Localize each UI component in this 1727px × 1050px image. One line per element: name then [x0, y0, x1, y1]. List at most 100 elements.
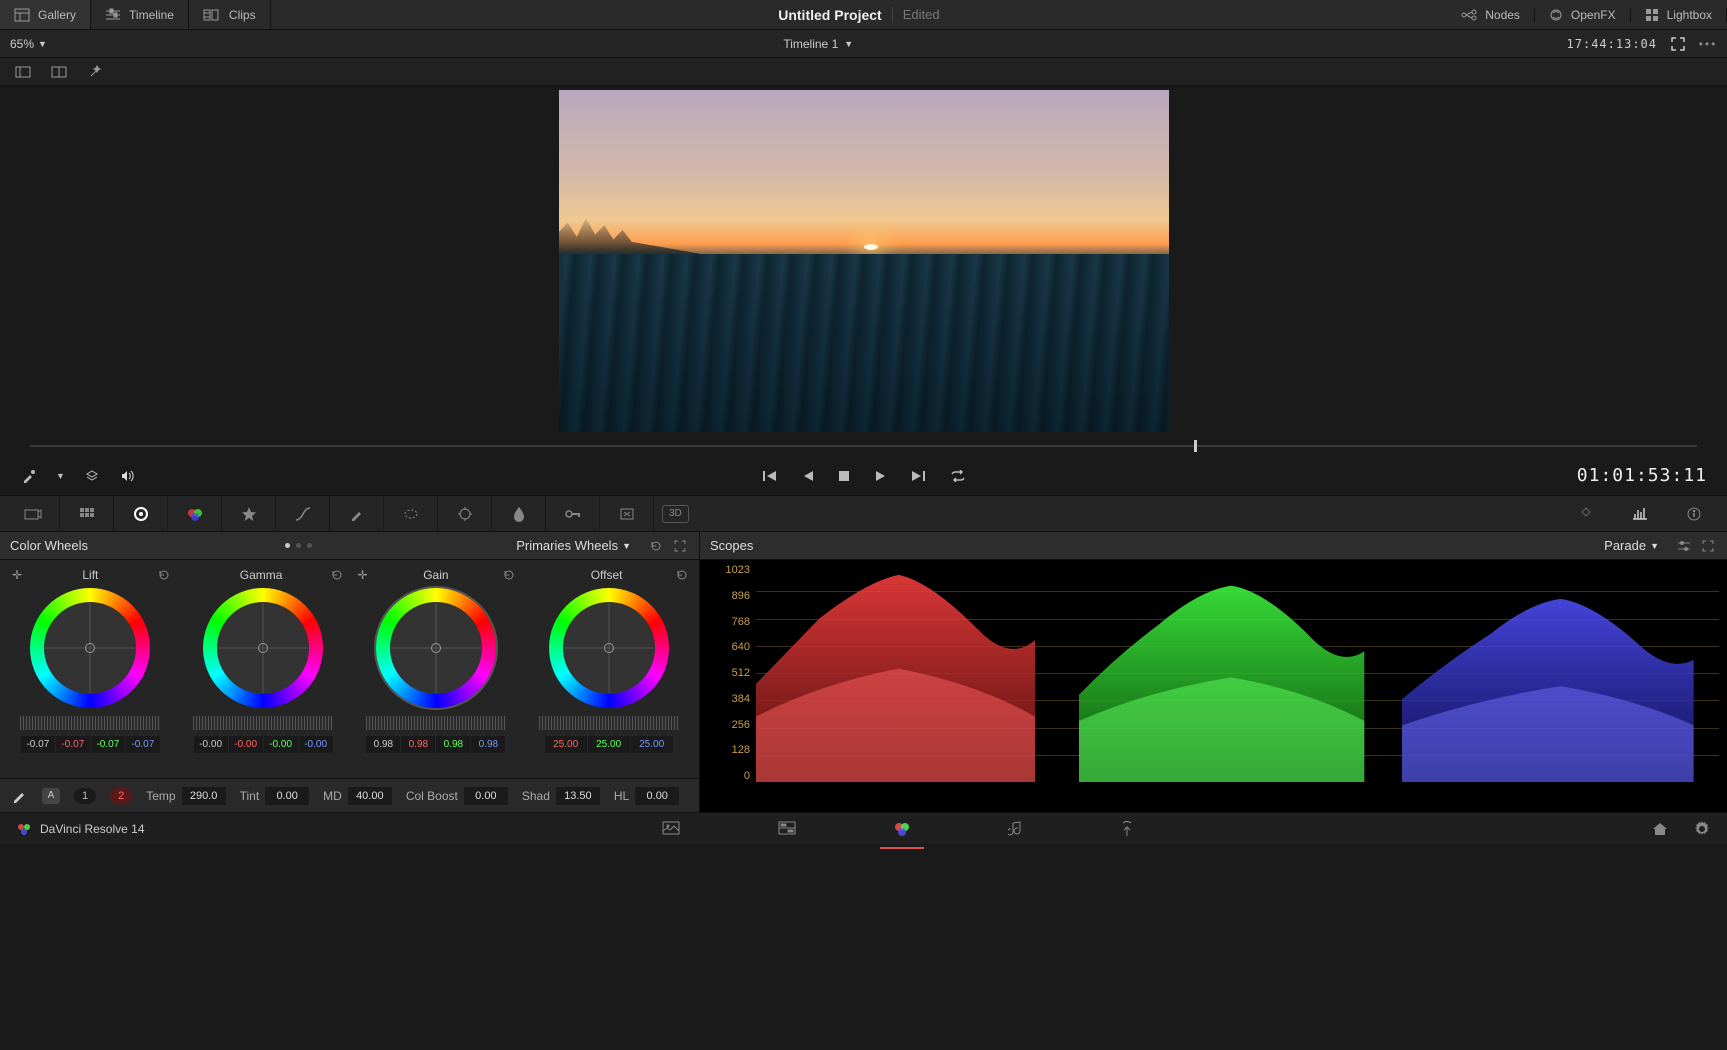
colboost-label: Col Boost	[406, 789, 458, 803]
first-frame-button[interactable]	[762, 469, 778, 483]
gain-y[interactable]: 0.98	[366, 736, 400, 753]
scrub-handle[interactable]	[1194, 440, 1197, 452]
tint-value[interactable]: 0.00	[265, 787, 309, 805]
offset-r[interactable]: 25.00	[545, 736, 587, 753]
gamma-y[interactable]: -0.00	[194, 736, 228, 753]
viewer[interactable]	[0, 86, 1727, 436]
chevron-down-icon[interactable]: ▼	[844, 39, 853, 49]
wand-icon[interactable]	[86, 63, 104, 81]
tracker-tool[interactable]	[438, 496, 492, 531]
expand-panel-icon[interactable]	[671, 537, 689, 555]
more-icon[interactable]: •••	[1699, 35, 1717, 53]
clips-toggle[interactable]: Clips	[189, 0, 271, 29]
timeline-name[interactable]: Timeline 1	[783, 37, 838, 51]
nodes-icon	[1461, 9, 1477, 21]
mode-2[interactable]: 2	[110, 788, 132, 804]
gamma-jog[interactable]	[193, 716, 333, 730]
picker-icon[interactable]	[20, 467, 38, 485]
fairlight-tab[interactable]	[1004, 815, 1026, 843]
curves-tool[interactable]	[276, 496, 330, 531]
parade-dropdown[interactable]: Parade ▼	[1596, 538, 1667, 553]
play-button[interactable]	[874, 469, 886, 483]
md-value[interactable]: 40.00	[348, 787, 392, 805]
info-tool[interactable]	[1667, 506, 1721, 522]
lift-b[interactable]: -0.07	[126, 736, 160, 753]
lift-r[interactable]: -0.07	[56, 736, 90, 753]
target-icon[interactable]: ✛	[354, 566, 372, 584]
3d-tool[interactable]: 3D	[662, 505, 689, 523]
gain-b[interactable]: 0.98	[471, 736, 505, 753]
window-tool[interactable]	[384, 496, 438, 531]
gain-wheel[interactable]	[376, 588, 496, 708]
key-tool[interactable]	[546, 496, 600, 531]
chevron-down-icon[interactable]: ▼	[56, 471, 65, 481]
mode-1[interactable]: 1	[74, 788, 96, 804]
qualifier-tool[interactable]	[330, 496, 384, 531]
keyframes-tool[interactable]	[1559, 506, 1613, 518]
scope-settings-icon[interactable]	[1675, 537, 1693, 555]
lightbox-toggle[interactable]: Lightbox	[1631, 8, 1727, 22]
stop-button[interactable]	[838, 470, 850, 482]
timeline-icon	[105, 8, 121, 22]
settings-icon[interactable]	[1693, 820, 1711, 838]
lift-wheel[interactable]	[30, 588, 150, 708]
nodes-toggle[interactable]: Nodes	[1447, 8, 1535, 22]
auto-icon[interactable]	[10, 787, 28, 805]
gamma-g[interactable]: -0.00	[264, 736, 298, 753]
a-badge[interactable]: A	[42, 788, 60, 804]
offset-jog[interactable]	[539, 716, 679, 730]
prev-frame-button[interactable]	[802, 469, 814, 483]
home-icon[interactable]	[1651, 820, 1669, 838]
gain-g[interactable]: 0.98	[436, 736, 470, 753]
zoom-dropdown[interactable]: 65% ▼	[10, 37, 70, 51]
next-frame-button[interactable]	[910, 469, 926, 483]
openfx-toggle[interactable]: OpenFX	[1535, 8, 1631, 22]
offset-g[interactable]: 25.00	[588, 736, 630, 753]
dual-view-icon[interactable]	[50, 63, 68, 81]
gamma-b[interactable]: -0.00	[299, 736, 333, 753]
target-icon[interactable]: ✛	[8, 566, 26, 584]
layers-icon[interactable]	[83, 467, 101, 485]
reset-icon[interactable]	[647, 537, 665, 555]
offset-wheel[interactable]	[549, 588, 669, 708]
shad-value[interactable]: 13.50	[556, 787, 600, 805]
gallery-toggle[interactable]: Gallery	[0, 0, 91, 29]
colboost-value[interactable]: 0.00	[464, 787, 508, 805]
timeline-toggle[interactable]: Timeline	[91, 0, 189, 29]
lift-jog[interactable]	[20, 716, 160, 730]
primaries-dropdown[interactable]: Primaries Wheels ▼	[508, 538, 639, 553]
offset-b[interactable]: 25.00	[631, 736, 673, 753]
gain-r[interactable]: 0.98	[401, 736, 435, 753]
expand-icon[interactable]	[1669, 35, 1687, 53]
motion-effects-tool[interactable]	[222, 496, 276, 531]
reset-icon[interactable]	[673, 566, 691, 584]
reset-icon[interactable]	[155, 566, 173, 584]
scopes-tool[interactable]	[1613, 506, 1667, 520]
page-dots[interactable]	[285, 543, 312, 548]
gamma-r[interactable]: -0.00	[229, 736, 263, 753]
loop-button[interactable]	[950, 470, 966, 482]
scrubber[interactable]	[0, 436, 1727, 456]
sizing-tool[interactable]	[600, 496, 654, 531]
single-view-icon[interactable]	[14, 63, 32, 81]
deliver-tab[interactable]	[1116, 815, 1138, 843]
camera-raw-tool[interactable]	[6, 496, 60, 531]
edit-tab[interactable]	[774, 815, 800, 843]
expand-panel-icon[interactable]	[1699, 537, 1717, 555]
reset-icon[interactable]	[500, 566, 518, 584]
color-tab[interactable]	[890, 815, 914, 843]
gamma-wheel[interactable]	[203, 588, 323, 708]
color-wheels-tool[interactable]	[114, 496, 168, 531]
reset-icon[interactable]	[328, 566, 346, 584]
lift-g[interactable]: -0.07	[91, 736, 125, 753]
gain-jog[interactable]	[366, 716, 506, 730]
color-match-tool[interactable]	[60, 496, 114, 531]
audio-icon[interactable]	[119, 467, 137, 485]
rgb-mixer-tool[interactable]	[168, 496, 222, 531]
temp-value[interactable]: 290.0	[182, 787, 226, 805]
hl-value[interactable]: 0.00	[635, 787, 679, 805]
chevron-down-icon: ▼	[1650, 541, 1659, 551]
blur-tool[interactable]	[492, 496, 546, 531]
media-tab[interactable]	[658, 815, 684, 843]
lift-y[interactable]: -0.07	[21, 736, 55, 753]
